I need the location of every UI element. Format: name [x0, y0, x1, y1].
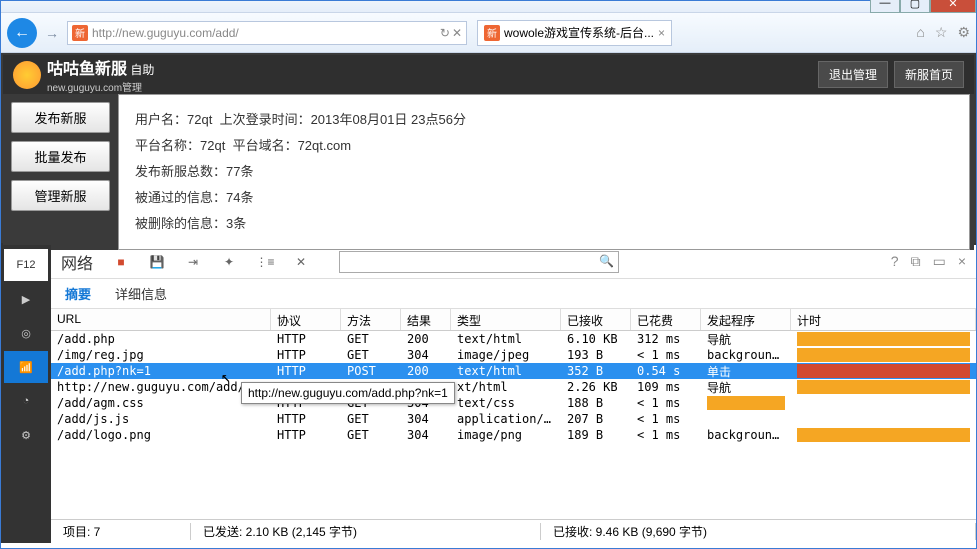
table-row[interactable]: /add/js.jsHTTPGET304application/x-...207…	[51, 411, 976, 427]
label-lastlogin: 上次登录时间：	[220, 112, 311, 127]
filter-icon[interactable]: ✦	[221, 254, 237, 270]
devtools-sidebar: F12 ▶ ◎ 📶 ◔ ⚙	[1, 245, 51, 543]
devtools-panel: F12 ▶ ◎ 📶 ◔ ⚙ 网络 ■ 💾 ⇥ ✦ ⋮≡ ✕ 🔍 ? ⧉ ▭ × …	[1, 243, 976, 543]
value-username: 72qt	[187, 112, 212, 127]
site-subtitle-top: 自助	[130, 63, 154, 77]
dev-tab-console-icon[interactable]: ▶	[4, 283, 48, 315]
value-domain: 72qt.com	[298, 138, 351, 153]
devtools-title: 网络	[61, 250, 93, 274]
devtools-statusbar: 项目: 7 已发送: 2.10 KB (2,145 字节) 已接收: 9.46 …	[51, 519, 976, 543]
col-time[interactable]: 已花费	[631, 309, 701, 330]
favicon-icon: 新	[72, 25, 88, 41]
value-deleted: 3条	[226, 216, 246, 231]
clear-icon[interactable]: ✕	[293, 254, 309, 270]
browser-tab[interactable]: 新 wowole游戏宣传系统-后台... ×	[477, 20, 672, 46]
value-lastlogin: 2013年08月01日 23点56分	[311, 112, 466, 127]
label-deleted: 被删除的信息：	[135, 216, 226, 231]
label-total: 发布新服总数：	[135, 164, 226, 179]
col-proto[interactable]: 协议	[271, 309, 341, 330]
status-items: 项目: 7	[51, 523, 191, 540]
label-domain: 平台域名：	[233, 138, 298, 153]
network-grid-body: http://new.guguyu.com/add.php?nk=1 ↖ /ad…	[51, 331, 976, 443]
status-recv: 已接收: 9.46 KB (9,690 字节)	[541, 523, 976, 540]
window-close-button[interactable]: ✕	[930, 0, 976, 13]
close-devtools-icon[interactable]: ×	[958, 253, 966, 270]
dev-tab-network-icon[interactable]: 📶	[4, 351, 48, 383]
page-viewport: 咕咕鱼新服 自助 new.guguyu.com管理 退出管理 新服首页 发布新服…	[1, 53, 976, 243]
save-icon[interactable]: 💾	[149, 254, 165, 270]
window-maximize-button[interactable]: ▢	[900, 0, 930, 13]
dev-tab-debugger-icon[interactable]: ◎	[4, 317, 48, 349]
subtab-summary[interactable]: 摘要	[65, 284, 91, 303]
col-recv[interactable]: 已接收	[561, 309, 631, 330]
home-button[interactable]: 新服首页	[894, 61, 964, 88]
tab-favicon-icon: 新	[484, 25, 500, 41]
table-row[interactable]: /add/logo.pngHTTPGET304image/png189 B< 1…	[51, 427, 976, 443]
refresh-icon[interactable]: ↻	[440, 26, 450, 40]
url-input[interactable]	[92, 26, 436, 40]
col-result[interactable]: 结果	[401, 309, 451, 330]
value-approved: 74条	[226, 190, 253, 205]
dev-tab-f12[interactable]: F12	[4, 249, 48, 281]
devtools-toolbar: 网络 ■ 💾 ⇥ ✦ ⋮≡ ✕ 🔍 ? ⧉ ▭ ×	[51, 245, 976, 279]
status-sent: 已发送: 2.10 KB (2,145 字节)	[191, 523, 541, 540]
col-timing[interactable]: 计时	[791, 309, 976, 330]
record-icon[interactable]: ■	[113, 254, 129, 270]
devtools-search-input[interactable]: 🔍	[339, 251, 619, 273]
content-panel: 用户名：72qt 上次登录时间：2013年08月01日 23点56分 平台名称：…	[118, 94, 970, 250]
tab-close-icon[interactable]: ×	[658, 26, 665, 40]
window-titlebar: — ▢ ✕	[1, 1, 976, 13]
table-row[interactable]: /img/reg.jpgHTTPGET304image/jpeg193 B< 1…	[51, 347, 976, 363]
sidebar-item-batch[interactable]: 批量发布	[11, 141, 110, 172]
network-grid-header: URL 协议 方法 结果 类型 已接收 已花费 发起程序 计时	[51, 309, 976, 331]
favorites-icon[interactable]: ☆	[935, 24, 948, 41]
window-minimize-button[interactable]: —	[870, 0, 900, 13]
dev-tab-memory-icon[interactable]: ⚙	[4, 419, 48, 451]
dev-tab-profiler-icon[interactable]: ◔	[4, 385, 48, 417]
sidebar: 发布新服 批量发布 管理新服	[3, 94, 118, 250]
col-type[interactable]: 类型	[451, 309, 561, 330]
help-icon[interactable]: ?	[891, 253, 899, 270]
tab-title: wowole游戏宣传系统-后台...	[504, 24, 654, 41]
sidebar-item-manage[interactable]: 管理新服	[11, 180, 110, 211]
col-init[interactable]: 发起程序	[701, 309, 791, 330]
site-subtitle: new.guguyu.com管理	[47, 79, 154, 94]
col-url[interactable]: URL	[51, 309, 271, 330]
home-icon[interactable]: ⌂	[916, 24, 924, 41]
logo-icon	[13, 61, 41, 89]
checklist-icon[interactable]: ⋮≡	[257, 254, 273, 270]
undock-icon[interactable]: ▭	[933, 253, 946, 270]
url-tooltip: http://new.guguyu.com/add.php?nk=1	[241, 382, 455, 404]
forward-button[interactable]: →	[41, 22, 63, 44]
browser-toolbar: ← → 新 ↻ ✕ 新 wowole游戏宣传系统-后台... × ⌂ ☆ ⚙	[1, 13, 976, 53]
stop-icon[interactable]: ✕	[452, 26, 462, 40]
settings-icon[interactable]: ⚙	[957, 24, 970, 41]
value-total: 77条	[226, 164, 253, 179]
table-row[interactable]: /add.php?nk=1HTTPPOST200text/html352 B0.…	[51, 363, 976, 379]
devtools-subtabs: 摘要 详细信息	[51, 279, 976, 309]
dock-icon[interactable]: ⧉	[911, 253, 921, 270]
label-platform: 平台名称：	[135, 138, 200, 153]
label-username: 用户名：	[135, 112, 187, 127]
address-bar[interactable]: 新 ↻ ✕	[67, 21, 467, 45]
logout-button[interactable]: 退出管理	[818, 61, 888, 88]
sidebar-item-publish[interactable]: 发布新服	[11, 102, 110, 133]
label-approved: 被通过的信息：	[135, 190, 226, 205]
value-platform: 72qt	[200, 138, 225, 153]
col-method[interactable]: 方法	[341, 309, 401, 330]
table-row[interactable]: /add/agm.cssHTTPGET304text/css188 B< 1 m…	[51, 395, 976, 411]
site-title: 咕咕鱼新服	[47, 61, 127, 78]
export-icon[interactable]: ⇥	[185, 254, 201, 270]
address-icons: ↻ ✕	[440, 26, 462, 40]
table-row[interactable]: /add.phpHTTPGET200text/html6.10 KB312 ms…	[51, 331, 976, 347]
back-button[interactable]: ←	[7, 18, 37, 48]
search-icon: 🔍	[599, 254, 614, 268]
site-header: 咕咕鱼新服 自助 new.guguyu.com管理 退出管理 新服首页	[3, 55, 974, 94]
subtab-details[interactable]: 详细信息	[115, 284, 167, 303]
table-row[interactable]: http://new.guguyu.com/add/ xt/html2.26 K…	[51, 379, 976, 395]
